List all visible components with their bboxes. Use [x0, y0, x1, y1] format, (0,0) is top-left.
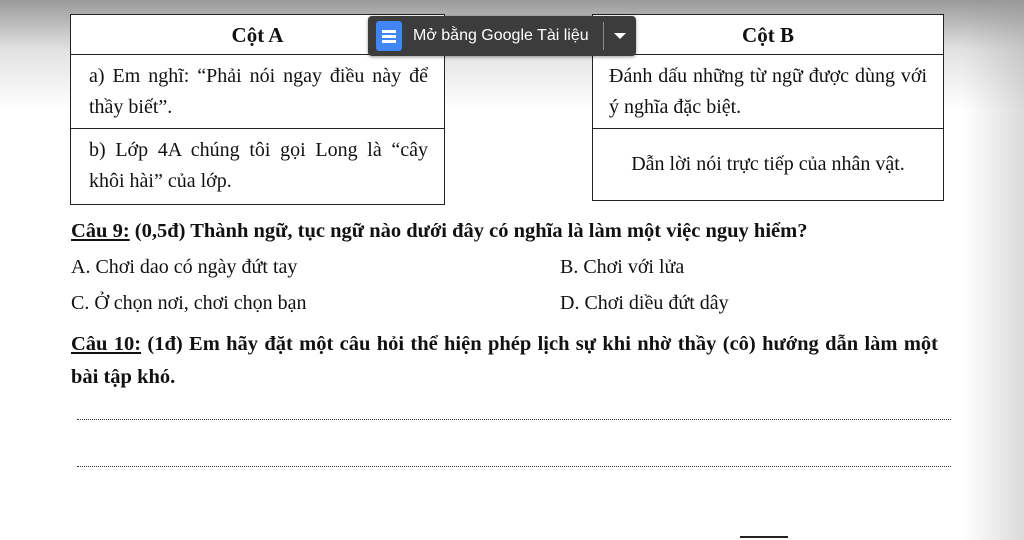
- question-9-option-d: D. Chơi diều đứt dây: [560, 292, 729, 314]
- question-9-option-c: C. Ở chọn nơi, chơi chọn bạn: [71, 292, 307, 314]
- answer-line: [77, 466, 951, 467]
- open-in-google-docs-button[interactable]: Mở bằng Google Tài liệu: [368, 16, 603, 56]
- open-with-google-docs-bar: Mở bằng Google Tài liệu: [368, 16, 636, 56]
- column-a-row-b: b) Lớp 4A chúng tôi gọi Long là “cây khô…: [89, 139, 428, 192]
- column-b-row-1: Đánh dấu những từ ngữ được dùng với ý ng…: [593, 55, 943, 129]
- open-with-dropdown-button[interactable]: [604, 16, 636, 56]
- question-10: Câu 10: (1đ) Em hãy đặt một câu hỏi thể …: [71, 328, 938, 394]
- question-10-text: (1đ) Em hãy đặt một câu hỏi thể hiện phé…: [71, 333, 938, 388]
- column-b-row-2: Dẫn lời nói trực tiếp của nhân vật.: [631, 153, 905, 175]
- open-in-google-docs-label: Mở bằng Google Tài liệu: [413, 27, 589, 44]
- column-a-row-a: a) Em nghĩ: “Phải nói ngay điều này để t…: [71, 55, 444, 129]
- question-9-text: (0,5đ) Thành ngữ, tục ngữ nào dưới đây c…: [129, 220, 808, 242]
- question-9: Câu 9: (0,5đ) Thành ngữ, tục ngữ nào dướ…: [71, 220, 951, 243]
- answer-line: [77, 419, 951, 420]
- column-b-header: Cột B: [593, 15, 943, 55]
- google-docs-icon: [376, 21, 402, 51]
- question-9-option-b: B. Chơi với lửa: [560, 256, 685, 278]
- page-edge-mark: [740, 536, 788, 538]
- right-shadow: [964, 0, 1024, 540]
- question-10-label: Câu 10:: [71, 333, 142, 355]
- column-b-table: Cột B Đánh dấu những từ ngữ được dùng vớ…: [592, 14, 944, 201]
- caret-down-icon: [614, 33, 626, 39]
- question-9-label: Câu 9:: [71, 220, 130, 242]
- question-9-option-a: A. Chơi dao có ngày đứt tay: [71, 256, 298, 278]
